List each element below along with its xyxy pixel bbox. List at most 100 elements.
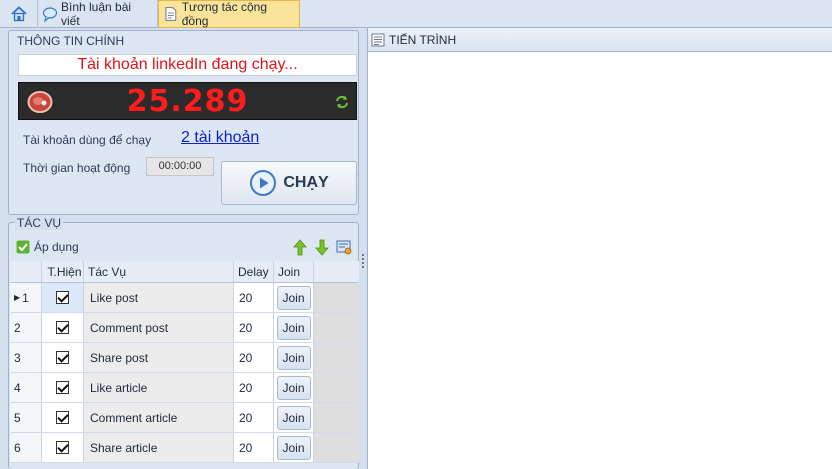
table-row[interactable]: ▶ 1 Like post 20 Join: [10, 283, 359, 313]
settings-icon[interactable]: [336, 239, 352, 256]
join-cell: Join: [274, 313, 314, 342]
filler-cell: [314, 373, 359, 402]
counter-display: 25.289: [18, 82, 357, 120]
delay-value[interactable]: 20: [234, 343, 274, 372]
join-cell: Join: [274, 373, 314, 402]
tab-comment-posts[interactable]: Bình luận bài viết: [38, 0, 158, 28]
header-filler: [314, 261, 359, 282]
task-name: Like article: [84, 373, 234, 402]
account-count-link[interactable]: 2 tài khoản: [181, 129, 259, 147]
tab-label: Tương tác cộng đồng: [181, 0, 267, 28]
run-button[interactable]: CHẠY: [221, 161, 357, 205]
tasks-toolbar: Áp dụng: [10, 235, 358, 261]
delay-value[interactable]: 20: [234, 433, 274, 462]
enabled-cell[interactable]: [42, 373, 84, 402]
join-cell: Join: [274, 343, 314, 372]
task-name: Share article: [84, 433, 234, 462]
tab-community-interaction[interactable]: Tương tác cộng đồng: [158, 0, 300, 28]
arrow-down-icon[interactable]: [314, 239, 330, 256]
delay-value[interactable]: 20: [234, 283, 274, 312]
tab-bar: Bình luận bài viết Tương tác cộng đồng: [0, 0, 832, 28]
enabled-cell[interactable]: [42, 283, 84, 312]
enabled-cell[interactable]: [42, 343, 84, 372]
join-cell: Join: [274, 403, 314, 432]
filler-cell: [314, 283, 359, 312]
filler-cell: [314, 403, 359, 432]
table-row[interactable]: 5 Comment article 20 Join: [10, 403, 359, 433]
row-number-value: 1: [22, 290, 29, 305]
enabled-cell[interactable]: [42, 313, 84, 342]
table-row[interactable]: 6 Share article 20 Join: [10, 433, 359, 463]
progress-title: TIẾN TRÌNH: [389, 32, 457, 47]
tasks-panel: TÁC VỤ Áp dụng T.Hiện Tác Vụ Delay Join: [8, 216, 359, 469]
enabled-checkbox[interactable]: [56, 351, 69, 364]
checkbox-checked-icon: [16, 240, 30, 254]
apply-label: Áp dụng: [34, 240, 79, 254]
delay-value[interactable]: 20: [234, 373, 274, 402]
progress-panel: TIẾN TRÌNH: [367, 28, 832, 469]
home-icon: [10, 6, 27, 22]
splitter-grip: [362, 258, 364, 260]
join-cell: Join: [274, 433, 314, 462]
enabled-cell[interactable]: [42, 403, 84, 432]
splitter-grip: [362, 266, 364, 268]
run-button-label: CHẠY: [283, 174, 329, 191]
row-pointer-icon: ▶: [14, 293, 21, 302]
enabled-cell[interactable]: [42, 433, 84, 462]
uptime-label: Thời gian hoạt động: [23, 161, 131, 175]
filler-cell: [314, 433, 359, 462]
row-number: ▶ 1: [10, 283, 42, 312]
task-name: Share post: [84, 343, 234, 372]
tasks-title: TÁC VỤ: [15, 216, 64, 230]
delay-value[interactable]: 20: [234, 313, 274, 342]
join-button[interactable]: Join: [276, 435, 311, 460]
join-button[interactable]: Join: [276, 405, 311, 430]
enabled-checkbox[interactable]: [56, 291, 69, 304]
grid-header: T.Hiện Tác Vụ Delay Join: [10, 261, 359, 283]
splitter-grip: [362, 254, 364, 256]
main-info-title: THÔNG TIN CHÍNH: [17, 34, 125, 48]
document-icon: [165, 7, 177, 21]
task-name: Comment post: [84, 313, 234, 342]
row-number: 4: [10, 373, 42, 402]
filler-cell: [314, 343, 359, 372]
progress-header: TIẾN TRÌNH: [368, 28, 832, 52]
panel-splitter[interactable]: [359, 28, 367, 469]
header-task[interactable]: Tác Vụ: [84, 261, 234, 282]
filler-cell: [314, 313, 359, 342]
status-text: Tài khoản linkedIn đang chạy...: [18, 54, 357, 76]
header-join[interactable]: Join: [274, 261, 314, 282]
uptime-value: 00:00:00: [146, 157, 214, 176]
enabled-checkbox[interactable]: [56, 411, 69, 424]
join-button[interactable]: Join: [276, 315, 311, 340]
header-delay[interactable]: Delay: [234, 261, 274, 282]
splitter-grip: [362, 262, 364, 264]
delay-value[interactable]: 20: [234, 403, 274, 432]
task-name: Like post: [84, 283, 234, 312]
header-enabled[interactable]: T.Hiện: [42, 261, 84, 282]
counter-value: 25.289: [126, 84, 249, 119]
tab-label: Bình luận bài viết: [60, 0, 132, 28]
join-button[interactable]: Join: [276, 345, 311, 370]
row-number: 5: [10, 403, 42, 432]
row-number: 3: [10, 343, 42, 372]
join-button[interactable]: Join: [276, 375, 311, 400]
header-row-number: [10, 261, 42, 282]
log-icon: [371, 33, 385, 46]
enabled-checkbox[interactable]: [56, 441, 69, 454]
arrow-up-icon[interactable]: [292, 239, 308, 256]
play-icon: [250, 170, 277, 196]
table-row[interactable]: 3 Share post 20 Join: [10, 343, 359, 373]
join-button[interactable]: Join: [276, 285, 311, 310]
refresh-icon[interactable]: [334, 94, 350, 110]
join-cell: Join: [274, 283, 314, 312]
table-row[interactable]: 2 Comment post 20 Join: [10, 313, 359, 343]
enabled-checkbox[interactable]: [56, 321, 69, 334]
row-number: 6: [10, 433, 42, 462]
task-name: Comment article: [84, 403, 234, 432]
tab-home[interactable]: [0, 0, 38, 28]
table-row[interactable]: 4 Like article 20 Join: [10, 373, 359, 403]
apply-button[interactable]: Áp dụng: [16, 240, 79, 254]
account-label: Tài khoản dùng để chạy: [23, 133, 152, 147]
enabled-checkbox[interactable]: [56, 381, 69, 394]
